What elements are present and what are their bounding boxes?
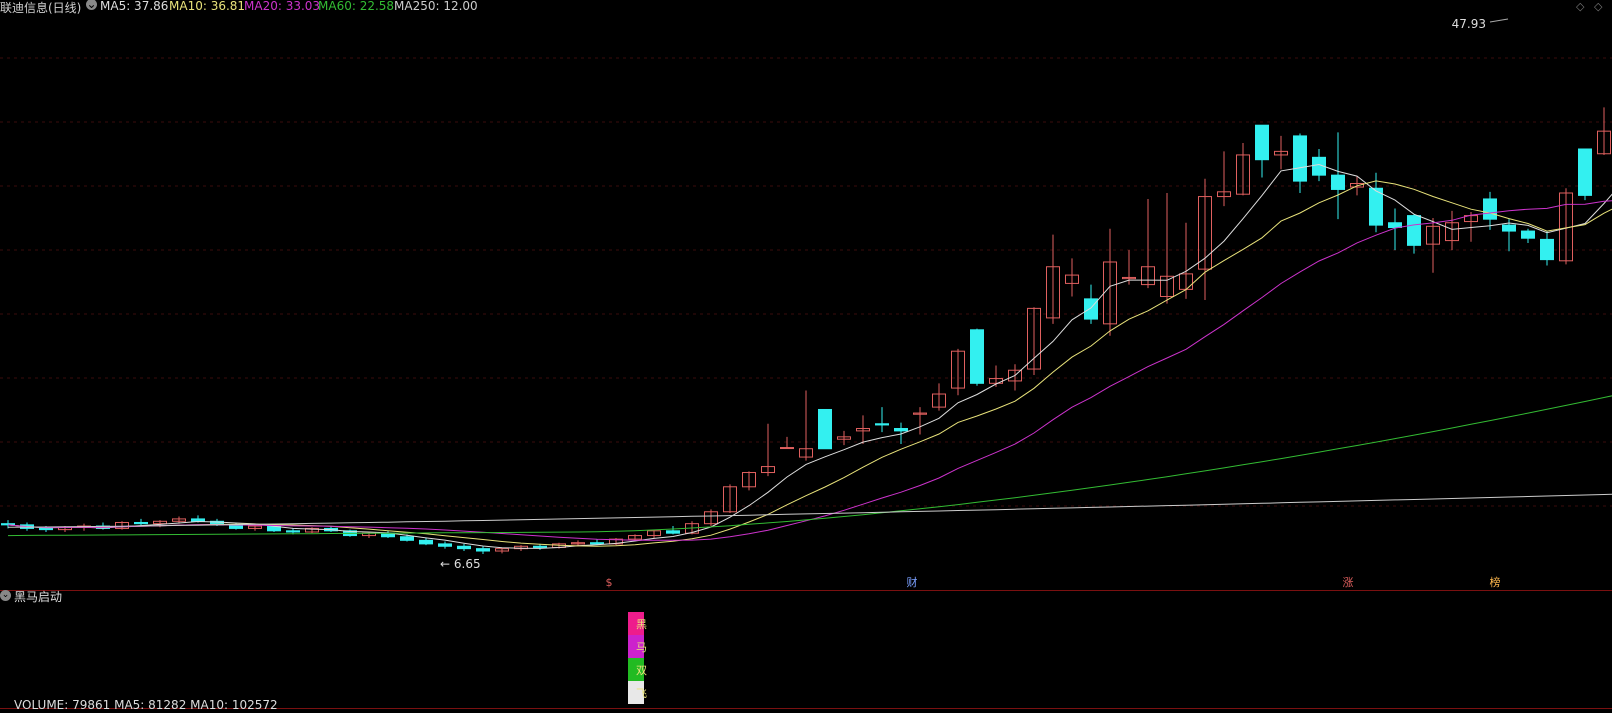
candle-down [1084,298,1098,320]
candle-down [191,518,205,522]
ma60-line [7,395,1612,537]
candle-down [1521,230,1535,239]
indicator-caption: 双 [636,664,647,677]
ma20-line [7,200,1612,541]
candle-down [666,530,680,534]
candle-down [818,408,832,450]
kline-chart[interactable]: 47.93 ← 6.65 [0,0,1612,713]
indicator-caption: 飞 [636,687,647,700]
candle-down [590,542,604,545]
candle-down [1293,135,1307,182]
candle-down [457,545,471,550]
high-price-label: 47.93 [1452,17,1486,31]
candle-up [780,447,794,450]
candle-down [1540,238,1554,261]
low-price-label: ← 6.65 [440,557,481,571]
ma250-line [7,493,1612,528]
candle-down [1369,187,1383,226]
candle-down [1578,148,1592,196]
candle-down [476,548,490,552]
candle-down [970,329,984,384]
candle-down [438,543,452,547]
candle-down [39,527,53,531]
indicator-title: 黑马启动 [14,590,63,604]
chevron-down-icon[interactable]: ⌄ [0,590,11,601]
high-price-pointer [1489,18,1509,23]
candle-down [1388,222,1402,228]
volume-readout: VOLUME: 79861 MA5: 81282 MA10: 102572 [14,698,278,712]
candle-down [894,428,908,432]
indicator-caption: 马 [636,641,647,654]
candle-down [533,545,547,548]
panel-separator [0,590,1612,591]
candle-down [1502,224,1516,232]
candle-down [1483,198,1497,220]
candle-down [134,521,148,525]
event-marker[interactable]: 榜 [1488,575,1502,590]
event-marker[interactable]: 财 [905,575,919,590]
candle-down [286,530,300,533]
candle-down [1255,124,1269,161]
candle-down [1407,215,1421,246]
event-marker[interactable]: $ [602,575,616,590]
indicator-caption: 黑 [636,618,647,631]
candle-down [875,423,889,426]
event-marker[interactable]: 涨 [1341,575,1355,590]
candle-down [400,536,414,541]
candle-down [419,539,433,545]
candle-down [1,523,15,526]
candle-down [1331,174,1345,190]
